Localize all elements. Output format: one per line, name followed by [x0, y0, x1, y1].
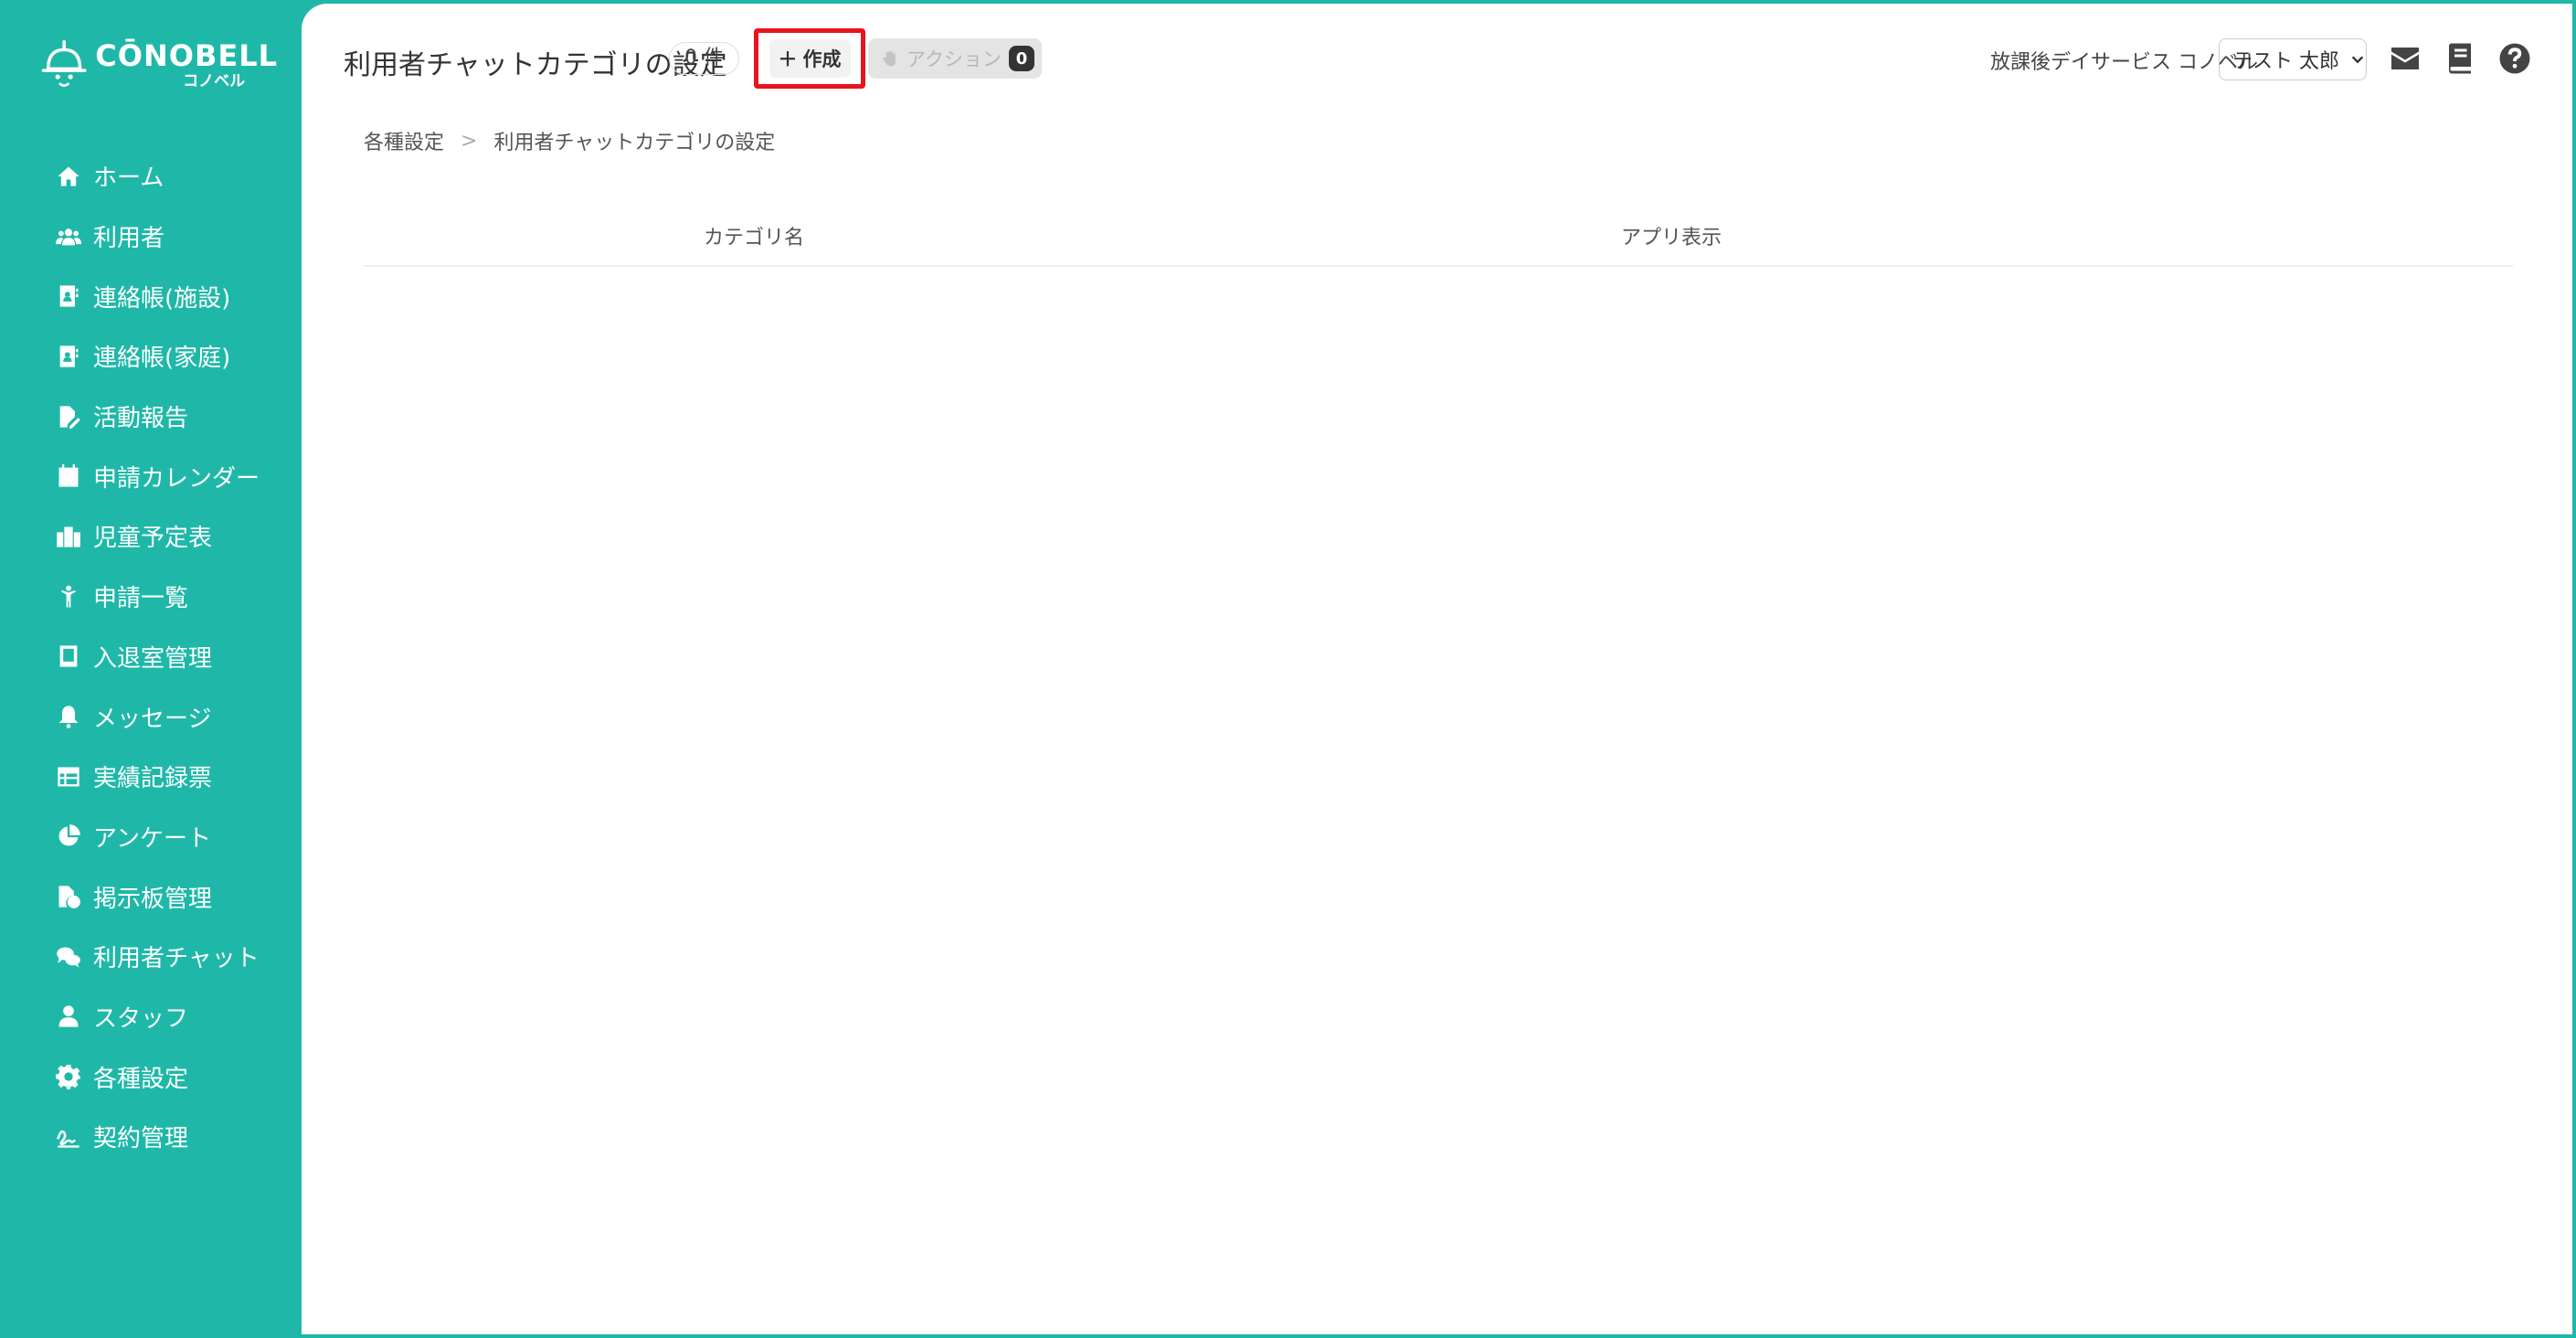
sidebar-item-board[interactable]: 掲示板管理 — [0, 866, 302, 927]
help-icon — [2499, 43, 2530, 74]
sidebar-item-contract[interactable]: 契約管理 — [0, 1107, 302, 1167]
sidebar-item-activity-report[interactable]: 活動報告 — [0, 387, 302, 447]
pie-chart-icon — [55, 823, 82, 850]
create-button-label: 作成 — [802, 48, 842, 70]
signature-icon — [55, 1123, 82, 1151]
breadcrumb-separator: > — [461, 129, 478, 153]
sidebar-item-label: 活動報告 — [93, 405, 189, 433]
help-button[interactable] — [2496, 40, 2533, 77]
sidebar-item-request-list[interactable]: 申請一覧 — [0, 567, 302, 627]
sidebar-item-label: 申請一覧 — [93, 585, 189, 613]
sidebar-item-settings[interactable]: 各種設定 — [0, 1046, 302, 1107]
sidebar-item-label: 利用者チャット — [93, 945, 260, 973]
users-icon — [55, 223, 82, 250]
sidebar-item-label: 児童予定表 — [93, 525, 213, 553]
sidebar-item-label: 各種設定 — [93, 1065, 189, 1093]
contact-book-icon — [55, 343, 82, 370]
sidebar-item-request-calendar[interactable]: 申請カレンダー — [0, 446, 302, 506]
gear-icon — [55, 1063, 82, 1090]
table-icon — [55, 763, 82, 791]
sidebar-item-child-schedule[interactable]: 児童予定表 — [0, 506, 302, 567]
sidebar-item-staff[interactable]: スタッフ — [0, 987, 302, 1047]
sidebar-item-label: ホーム — [93, 165, 164, 193]
top-bar: 利用者チャットカテゴリの設定 0 件 ＋ 作成 アクション 0 放課後デイサービ… — [302, 4, 2572, 113]
sidebar-item-label: 申請カレンダー — [93, 464, 260, 493]
manual-button[interactable] — [2442, 40, 2478, 77]
sidebar-item-survey[interactable]: アンケート — [0, 807, 302, 867]
tablet-icon — [55, 642, 82, 670]
home-icon — [55, 163, 82, 190]
table-header: カテゴリ名 アプリ表示 — [364, 196, 2513, 267]
main-panel: 利用者チャットカテゴリの設定 0 件 ＋ 作成 アクション 0 放課後デイサービ… — [302, 4, 2572, 1334]
sidebar-item-label: メッセージ — [93, 705, 212, 733]
sidebar-item-contact-facility[interactable]: 連絡帳(施設) — [0, 266, 302, 326]
file-check-icon — [55, 883, 82, 910]
sidebar-item-message[interactable]: メッセージ — [0, 686, 302, 747]
bell-logo-icon — [41, 39, 87, 87]
bell-icon — [55, 703, 82, 730]
sidebar-item-label: 連絡帳(施設) — [93, 284, 231, 313]
action-count-badge: 0 — [1008, 46, 1034, 71]
sidebar-item-label: 掲示板管理 — [93, 885, 213, 913]
action-button-label: アクション — [906, 48, 1002, 70]
breadcrumb-parent[interactable]: 各種設定 — [364, 126, 444, 155]
sidebar-item-home[interactable]: ホーム — [0, 146, 302, 207]
sidebar-item-label: 連絡帳(家庭) — [93, 345, 231, 373]
sidebar-nav: ホーム 利用者 連絡帳(施設) 連絡帳(家庭) 活動報告 申請カレンダー 児童予… — [0, 146, 302, 1167]
contact-book-icon — [55, 282, 82, 310]
breadcrumb: 各種設定 > 利用者チャットカテゴリの設定 — [364, 126, 775, 155]
column-header-app-display[interactable]: アプリ表示 — [1621, 221, 1722, 250]
chat-icon — [55, 943, 82, 971]
sidebar-item-records[interactable]: 実績記録票 — [0, 747, 302, 807]
chevron-down-icon — [2351, 56, 2364, 64]
sidebar-item-user-chat[interactable]: 利用者チャット — [0, 927, 302, 987]
create-button[interactable]: ＋ 作成 — [754, 28, 865, 89]
user-select[interactable]: テスト 太郎 — [2219, 38, 2367, 80]
column-header-category-name[interactable]: カテゴリ名 — [704, 221, 804, 250]
book-icon — [2449, 43, 2471, 74]
action-button[interactable]: アクション 0 — [868, 38, 1042, 79]
count-badge: 0 件 — [669, 42, 739, 75]
user-name: テスト 太郎 — [2232, 50, 2339, 73]
sidebar-item-label: 利用者 — [93, 225, 165, 253]
brand-sub: コノベル — [183, 72, 246, 90]
sidebar-item-users[interactable]: 利用者 — [0, 207, 302, 267]
hand-icon — [883, 50, 896, 67]
child-icon — [55, 583, 82, 611]
brand-logo[interactable]: CŌNOBELL コノベル — [40, 33, 278, 97]
sidebar-item-label: アンケート — [93, 824, 211, 853]
staff-icon — [55, 1003, 82, 1030]
brand-name: CŌNOBELL — [95, 38, 278, 73]
calendar-icon — [55, 462, 82, 490]
mail-icon — [2391, 48, 2419, 69]
plus-icon: ＋ — [778, 48, 798, 70]
sidebar-item-contact-home[interactable]: 連絡帳(家庭) — [0, 326, 302, 387]
sidebar-item-label: 契約管理 — [93, 1125, 189, 1153]
breadcrumb-current: 利用者チャットカテゴリの設定 — [493, 132, 776, 154]
sidebar-item-label: 実績記録票 — [93, 765, 213, 793]
mail-button[interactable] — [2387, 40, 2423, 77]
sidebar-item-label: 入退室管理 — [93, 644, 213, 673]
sidebar-item-entry-exit[interactable]: 入退室管理 — [0, 627, 302, 687]
building-icon — [55, 523, 82, 550]
sidebar-item-label: スタッフ — [93, 1004, 189, 1033]
file-edit-icon — [55, 403, 82, 430]
sidebar: CŌNOBELL コノベル ホーム 利用者 連絡帳(施設) 連絡帳(家庭) 活動… — [0, 0, 302, 1338]
